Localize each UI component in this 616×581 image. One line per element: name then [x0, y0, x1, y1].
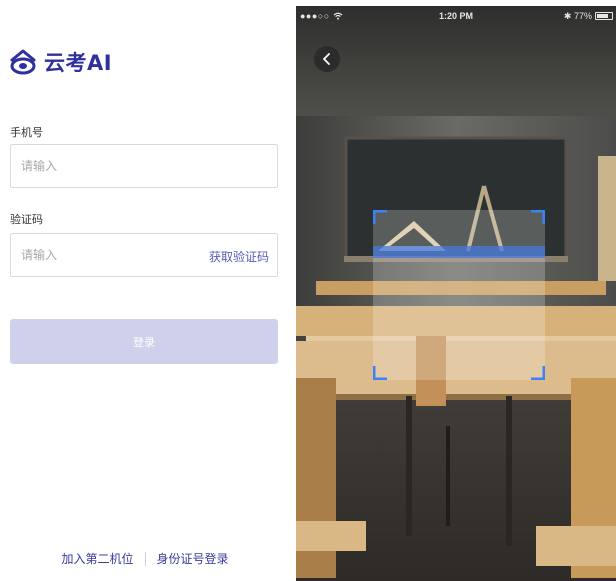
- battery-percent: 77%: [573, 11, 592, 21]
- status-bar: ●●●○○ 1:20 PM ✱ 77%: [296, 6, 616, 28]
- login-button[interactable]: 登录: [10, 319, 278, 364]
- brand-name: 云考AI: [44, 51, 113, 75]
- get-code-button[interactable]: 获取验证码: [209, 248, 269, 265]
- id-card-login-link[interactable]: 身份证号登录: [157, 550, 229, 567]
- front-desk-edge: [296, 394, 616, 400]
- code-field[interactable]: 获取验证码: [10, 233, 278, 277]
- back-button[interactable]: [314, 46, 340, 72]
- phone-input[interactable]: [11, 145, 191, 187]
- logo-icon: [10, 49, 36, 75]
- footer-divider: [144, 551, 146, 566]
- code-label: 验证码: [10, 213, 43, 226]
- chair-seat-left: [296, 521, 366, 551]
- camera-screen: ●●●○○ 1:20 PM ✱ 77%: [296, 6, 616, 581]
- footer-links: 加入第二机位 身份证号登录: [0, 550, 290, 567]
- chair-leg: [446, 426, 450, 526]
- login-screen: 云考AI 手机号 验证码 获取验证码 登录 加入第二机位 身份证号登录: [0, 0, 290, 581]
- chevron-left-icon: [323, 53, 330, 65]
- desk-leg-2: [506, 396, 512, 546]
- code-input[interactable]: [11, 234, 191, 276]
- scan-area: [373, 210, 545, 380]
- battery-fill: [597, 14, 608, 18]
- scan-line: [373, 246, 545, 258]
- phone-label: 手机号: [10, 126, 43, 139]
- desk-leg-1: [406, 396, 412, 536]
- scan-frame: [373, 210, 545, 380]
- bluetooth-icon: ✱: [563, 11, 572, 21]
- phone-field[interactable]: [10, 144, 278, 188]
- chair-seat-right: [536, 526, 616, 566]
- brand: 云考AI: [8, 46, 112, 78]
- battery-text: ✱ 77%: [564, 11, 592, 22]
- join-second-camera-link[interactable]: 加入第二机位: [61, 550, 133, 567]
- wall-poster: [598, 156, 616, 281]
- battery-icon: [595, 12, 613, 20]
